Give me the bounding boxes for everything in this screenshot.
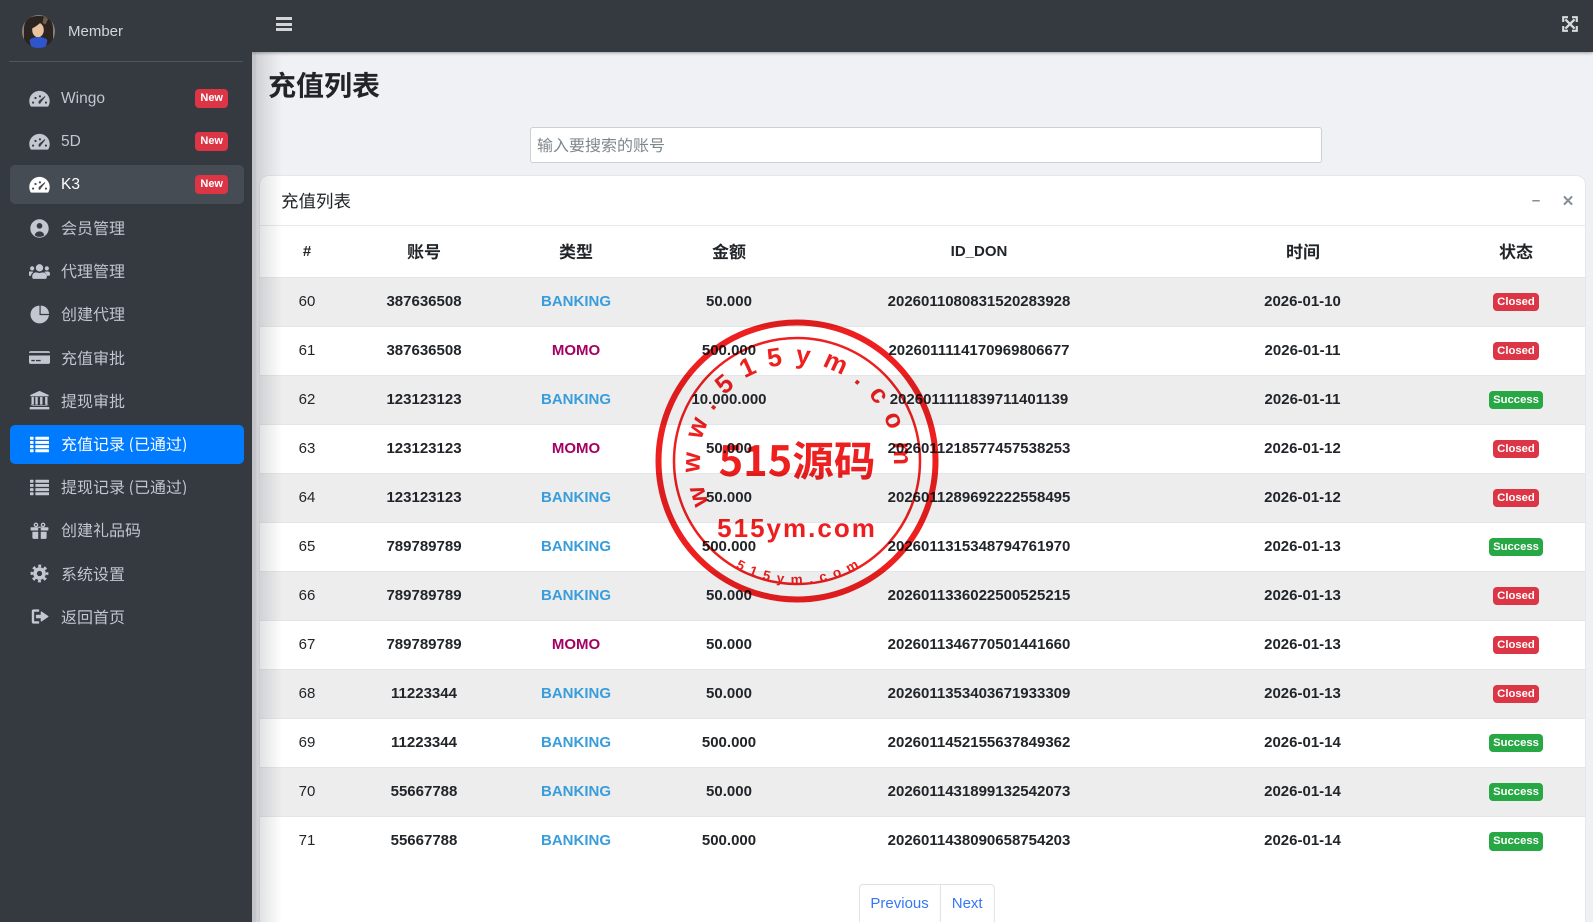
svg-text:www.515ym.com: www.515ym.com [675,339,918,512]
svg-text:515ym.com: 515ym.com [734,553,867,587]
svg-text:515ym.com: 515ym.com [717,513,877,543]
